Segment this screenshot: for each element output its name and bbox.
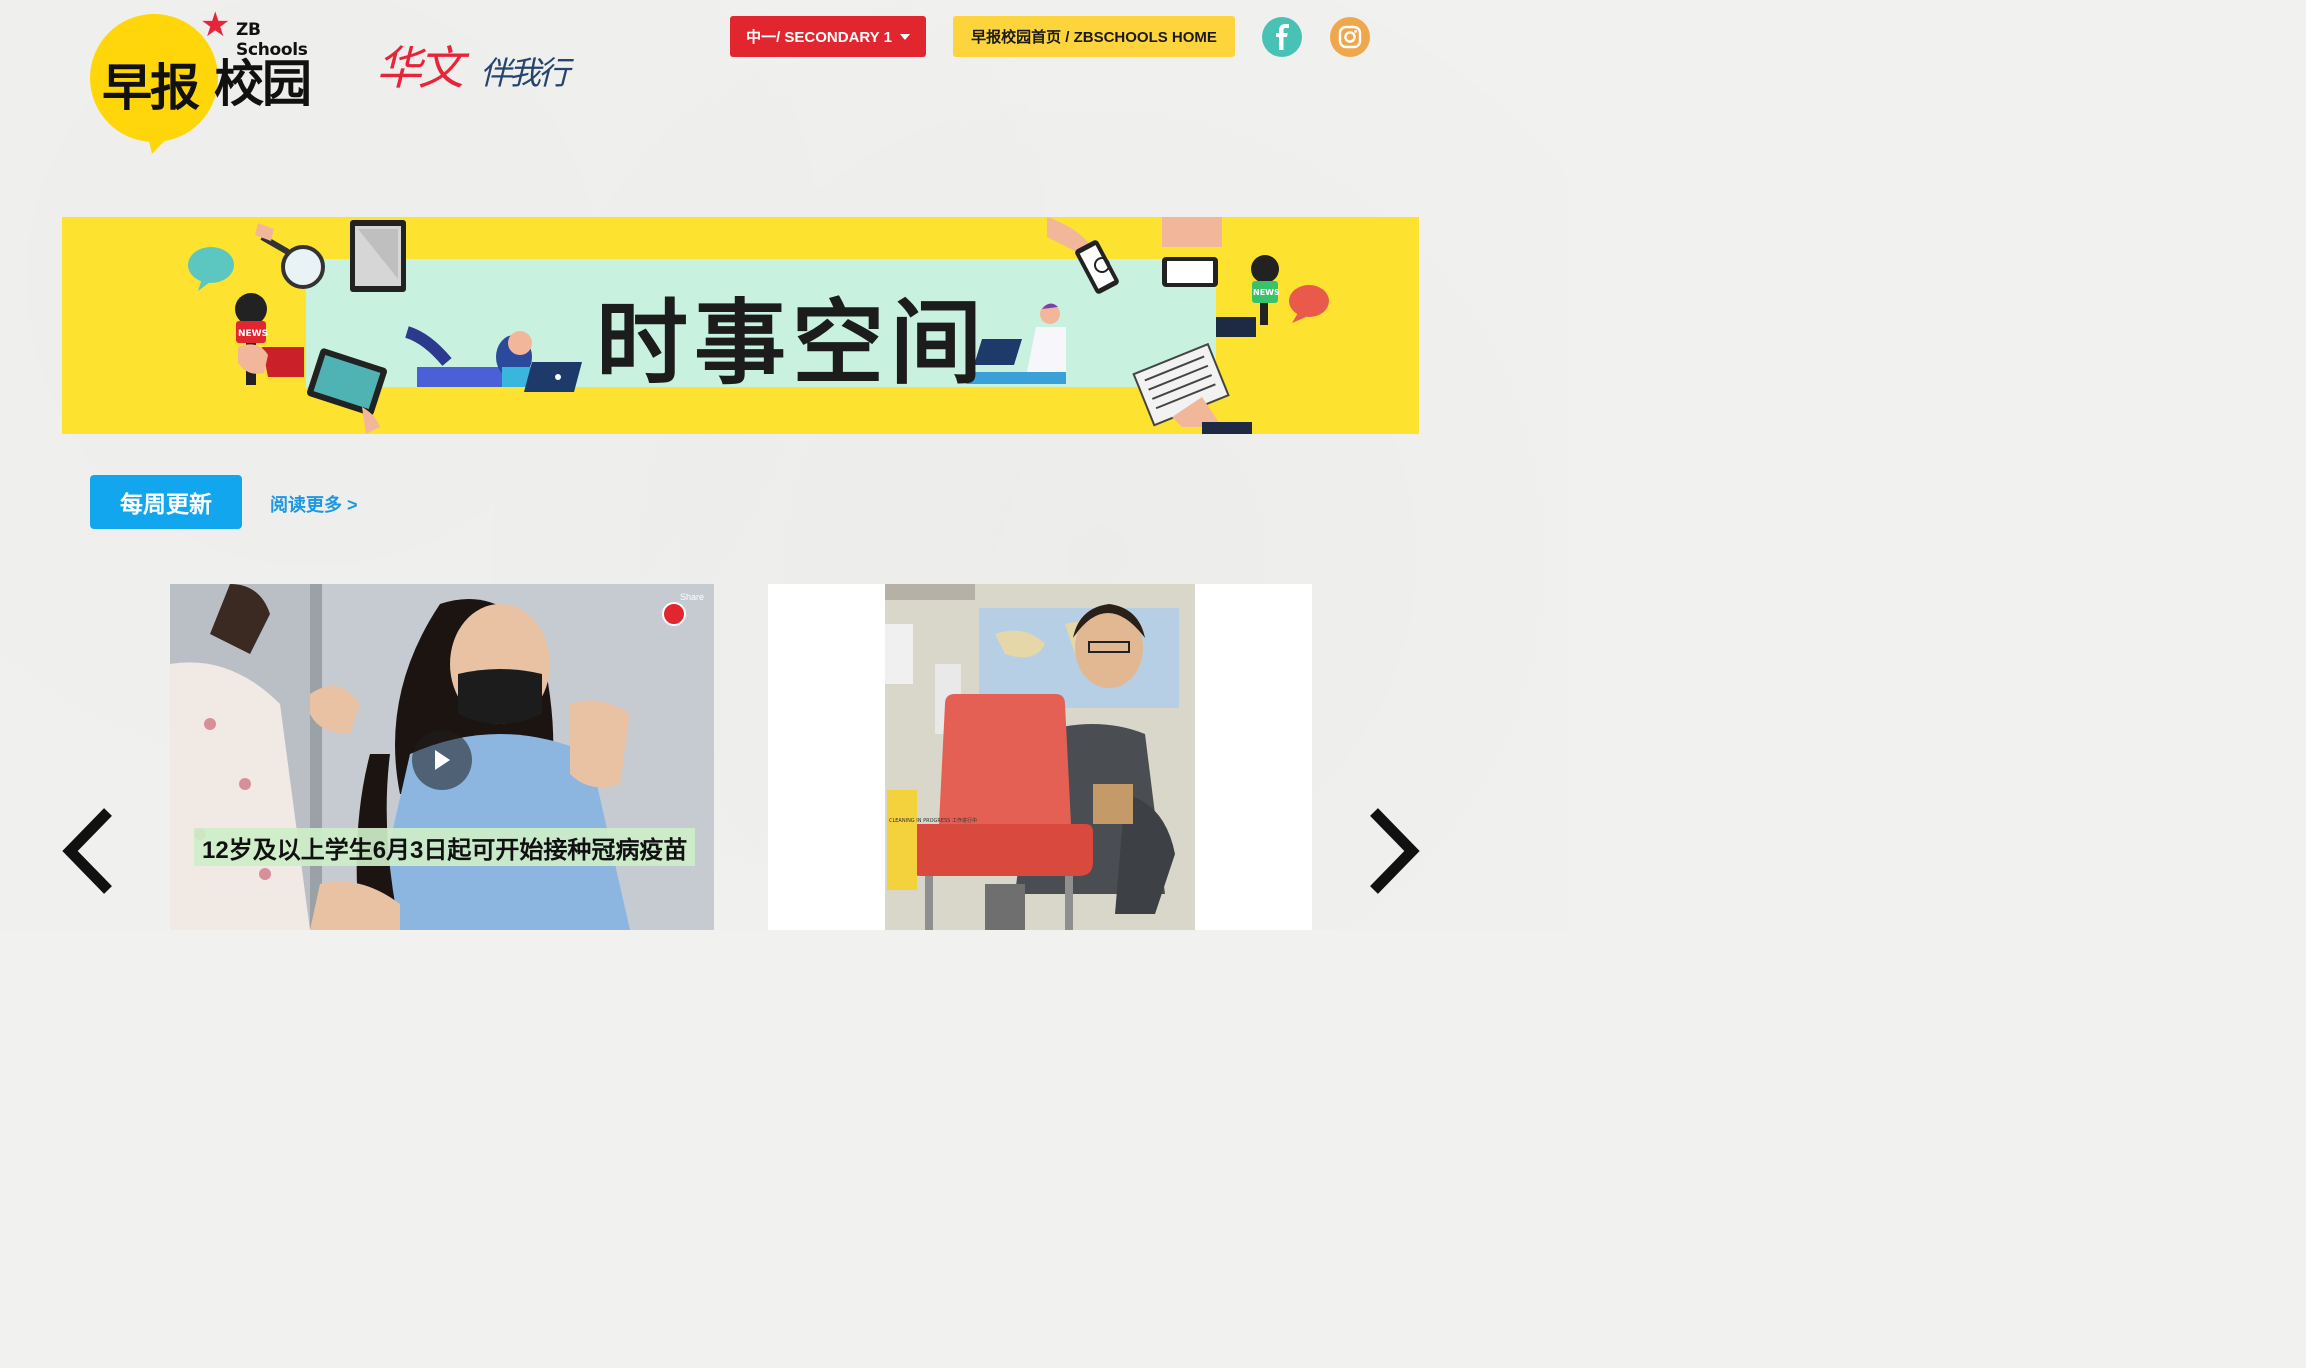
zbschools-logo[interactable]: ★ ZB Schools 早报 校园 [88,6,328,154]
facebook-link[interactable] [1262,17,1302,57]
weekly-update-tag[interactable]: 每周更新 [90,475,242,529]
channel-logo-badge [662,602,686,626]
bus-seat-photo: CLEANING IN PROGRESS 工作进行中 [885,584,1195,930]
woman-laptop-illustration [405,326,582,392]
huawen-logo[interactable]: 华文 伴我行 [376,32,586,102]
phone-icon [1047,217,1119,294]
caret-down-icon [899,33,910,40]
news-microphone-icon: NEWS [1216,255,1280,337]
banner-title: 时事空间 [596,290,989,397]
bus-seat-image: CLEANING IN PROGRESS 工作进行中 [885,584,1195,930]
magnifier-icon [255,223,325,289]
video-play-button[interactable] [412,730,472,790]
huawen-logo-part2: 伴我行 [480,54,570,92]
chevron-right-icon [1370,808,1420,894]
tablet-icon [307,348,387,416]
news-microphone-icon: NEWS [235,293,304,385]
home-button-label: 早报校园首页 / ZBSCHOOLS HOME [971,29,1217,46]
carousel-next-button[interactable] [1364,806,1424,896]
weekly-update-label: 每周更新 [120,491,212,517]
phone-icon [1162,217,1222,287]
facebook-icon [1276,24,1289,50]
current-affairs-banner[interactable]: NEWS NEWS 时事空间 [62,217,1419,434]
huawen-logo-part1: 华文 [376,41,464,95]
logo-chinese-text-2: 校园 [214,55,312,113]
instagram-link[interactable] [1330,17,1370,57]
play-icon [435,750,450,770]
star-icon: ★ [200,6,231,44]
svg-text:NEWS: NEWS [238,329,268,339]
chevron-left-icon [62,808,112,894]
logo-chinese-text-1: 早报 [102,59,200,117]
share-label: Share [680,592,705,602]
instagram-icon [1338,25,1362,49]
level-dropdown-button[interactable]: 中一/ SECONDARY 1 [730,16,926,57]
article-card-vaccination[interactable]: Share 12岁及以上学生6月3日起可开始接种冠病疫苗 [170,584,714,930]
article-card-bus-seat[interactable]: CLEANING IN PROGRESS 工作进行中 [768,584,1312,930]
tablet-icon [350,220,406,292]
svg-text:NEWS: NEWS [1253,288,1280,297]
zbschools-home-button[interactable]: 早报校园首页 / ZBSCHOOLS HOME [953,16,1235,57]
read-more-link[interactable]: 阅读更多 > [270,491,358,517]
carousel-prev-button[interactable] [58,806,118,896]
speech-bubble-icon [1289,285,1329,323]
speech-bubble-icon [188,247,234,291]
level-dropdown-label: 中一/ SECONDARY 1 [746,29,892,46]
svg-text:CLEANING IN PROGRESS 工作进行中: CLEANING IN PROGRESS 工作进行中 [889,817,977,824]
video-caption: 12岁及以上学生6月3日起可开始接种冠病疫苗 [194,828,696,866]
